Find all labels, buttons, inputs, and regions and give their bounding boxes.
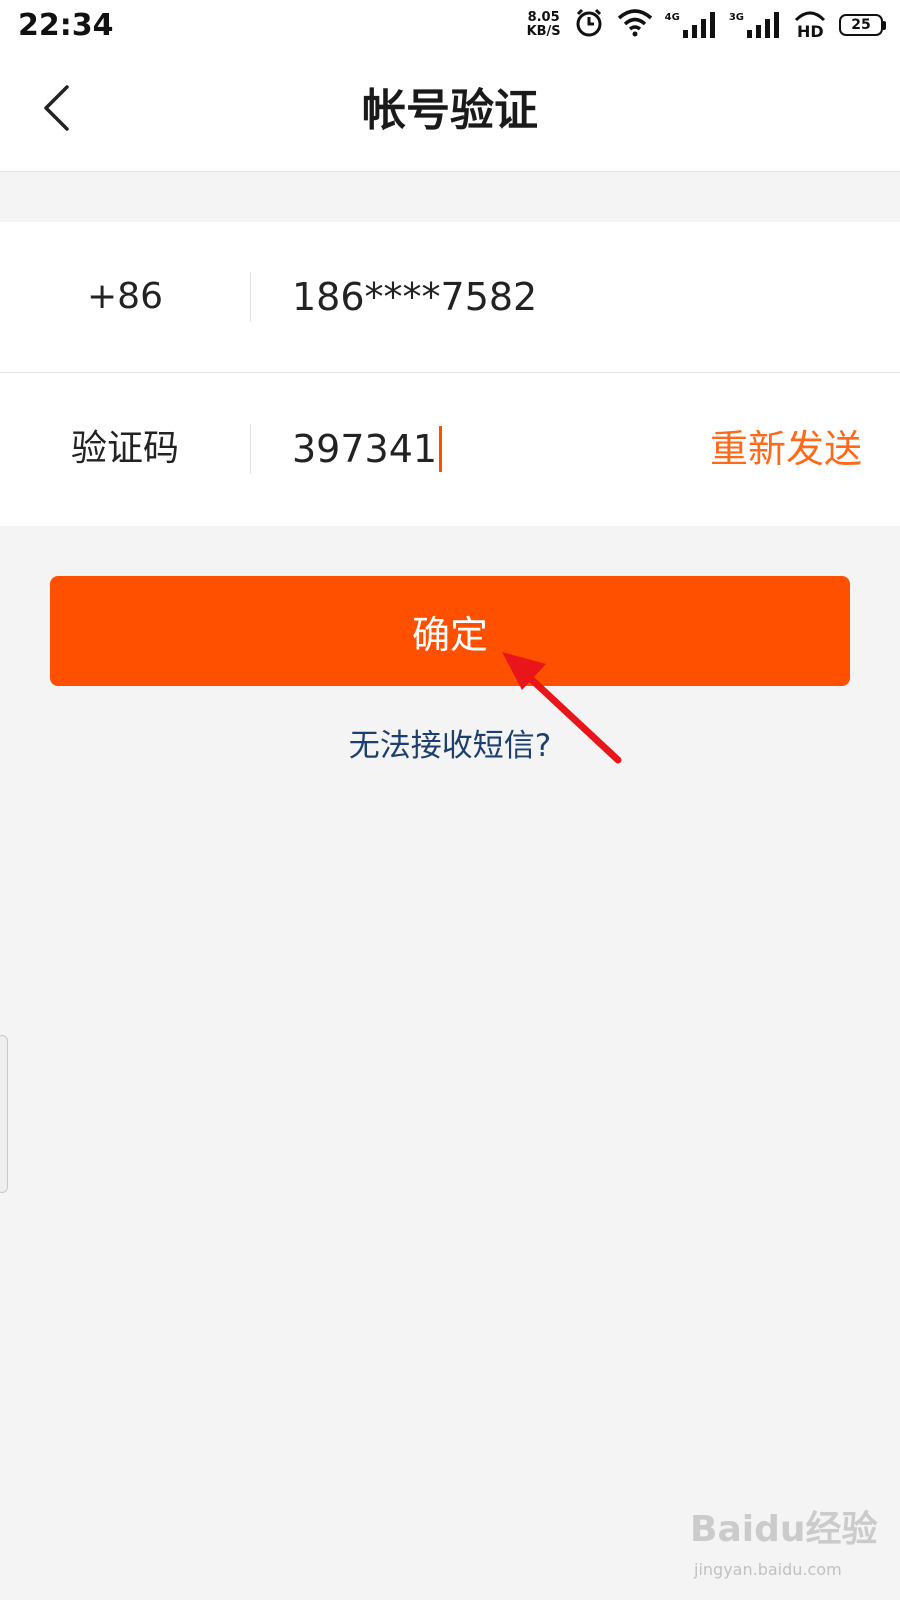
status-time: 22:34 bbox=[18, 8, 114, 43]
signal-4g-tag: 4G bbox=[664, 12, 680, 23]
net-speed-unit: KB/S bbox=[526, 24, 561, 39]
phone-row: +86 186****7582 bbox=[0, 222, 900, 372]
sms-help-link[interactable]: 无法接收短信? bbox=[0, 720, 900, 765]
battery-cap bbox=[883, 20, 886, 30]
verification-form: +86 186****7582 验证码 397341 重新发送 bbox=[0, 222, 900, 526]
side-edge-handle[interactable] bbox=[0, 1035, 8, 1193]
net-speed-value: 8.05 bbox=[527, 10, 560, 25]
chevron-left-icon bbox=[41, 84, 71, 136]
hd-icon: HD bbox=[793, 8, 827, 42]
country-code-selector[interactable]: +86 bbox=[0, 222, 250, 372]
status-bar: 22:34 8.05 KB/S 4G 3G HD 25 bbox=[0, 0, 900, 50]
page-title: 帐号验证 bbox=[362, 85, 538, 136]
confirm-button[interactable]: 确定 bbox=[50, 576, 850, 686]
resend-button[interactable]: 重新发送 bbox=[710, 374, 862, 524]
annotation-arrow-icon bbox=[502, 652, 622, 764]
back-button[interactable] bbox=[30, 78, 82, 142]
hd-label: HD bbox=[797, 22, 824, 38]
phone-number-field: 186****7582 bbox=[292, 275, 538, 319]
signal-4g-icon: 4G bbox=[665, 12, 717, 38]
nav-bar: 帐号验证 bbox=[0, 50, 900, 172]
row-separator bbox=[250, 424, 251, 474]
net-speed-indicator: 8.05 KB/S bbox=[527, 11, 561, 39]
status-icons: 8.05 KB/S 4G 3G HD 25 bbox=[527, 8, 886, 42]
text-caret bbox=[439, 425, 443, 472]
verification-code-input[interactable]: 397341 bbox=[292, 374, 443, 524]
signal-3g-tag: 3G bbox=[728, 12, 744, 23]
alarm-icon bbox=[573, 7, 605, 43]
battery-level: 25 bbox=[839, 14, 883, 36]
row-divider bbox=[0, 372, 900, 373]
code-label: 验证码 bbox=[70, 428, 179, 469]
verification-code-value: 397341 bbox=[292, 427, 438, 471]
watermark-main-text: Baidu经验 bbox=[690, 1509, 878, 1550]
battery-icon: 25 bbox=[839, 14, 886, 36]
watermark-logo: Baidu经验 jingyan.baidu.com bbox=[690, 1500, 890, 1590]
code-row: 验证码 397341 重新发送 bbox=[0, 374, 900, 524]
row-separator bbox=[250, 272, 251, 322]
watermark-sub-text: jingyan.baidu.com bbox=[694, 1560, 842, 1579]
signal-3g-icon: 3G bbox=[729, 12, 781, 38]
wifi-icon bbox=[617, 8, 653, 42]
